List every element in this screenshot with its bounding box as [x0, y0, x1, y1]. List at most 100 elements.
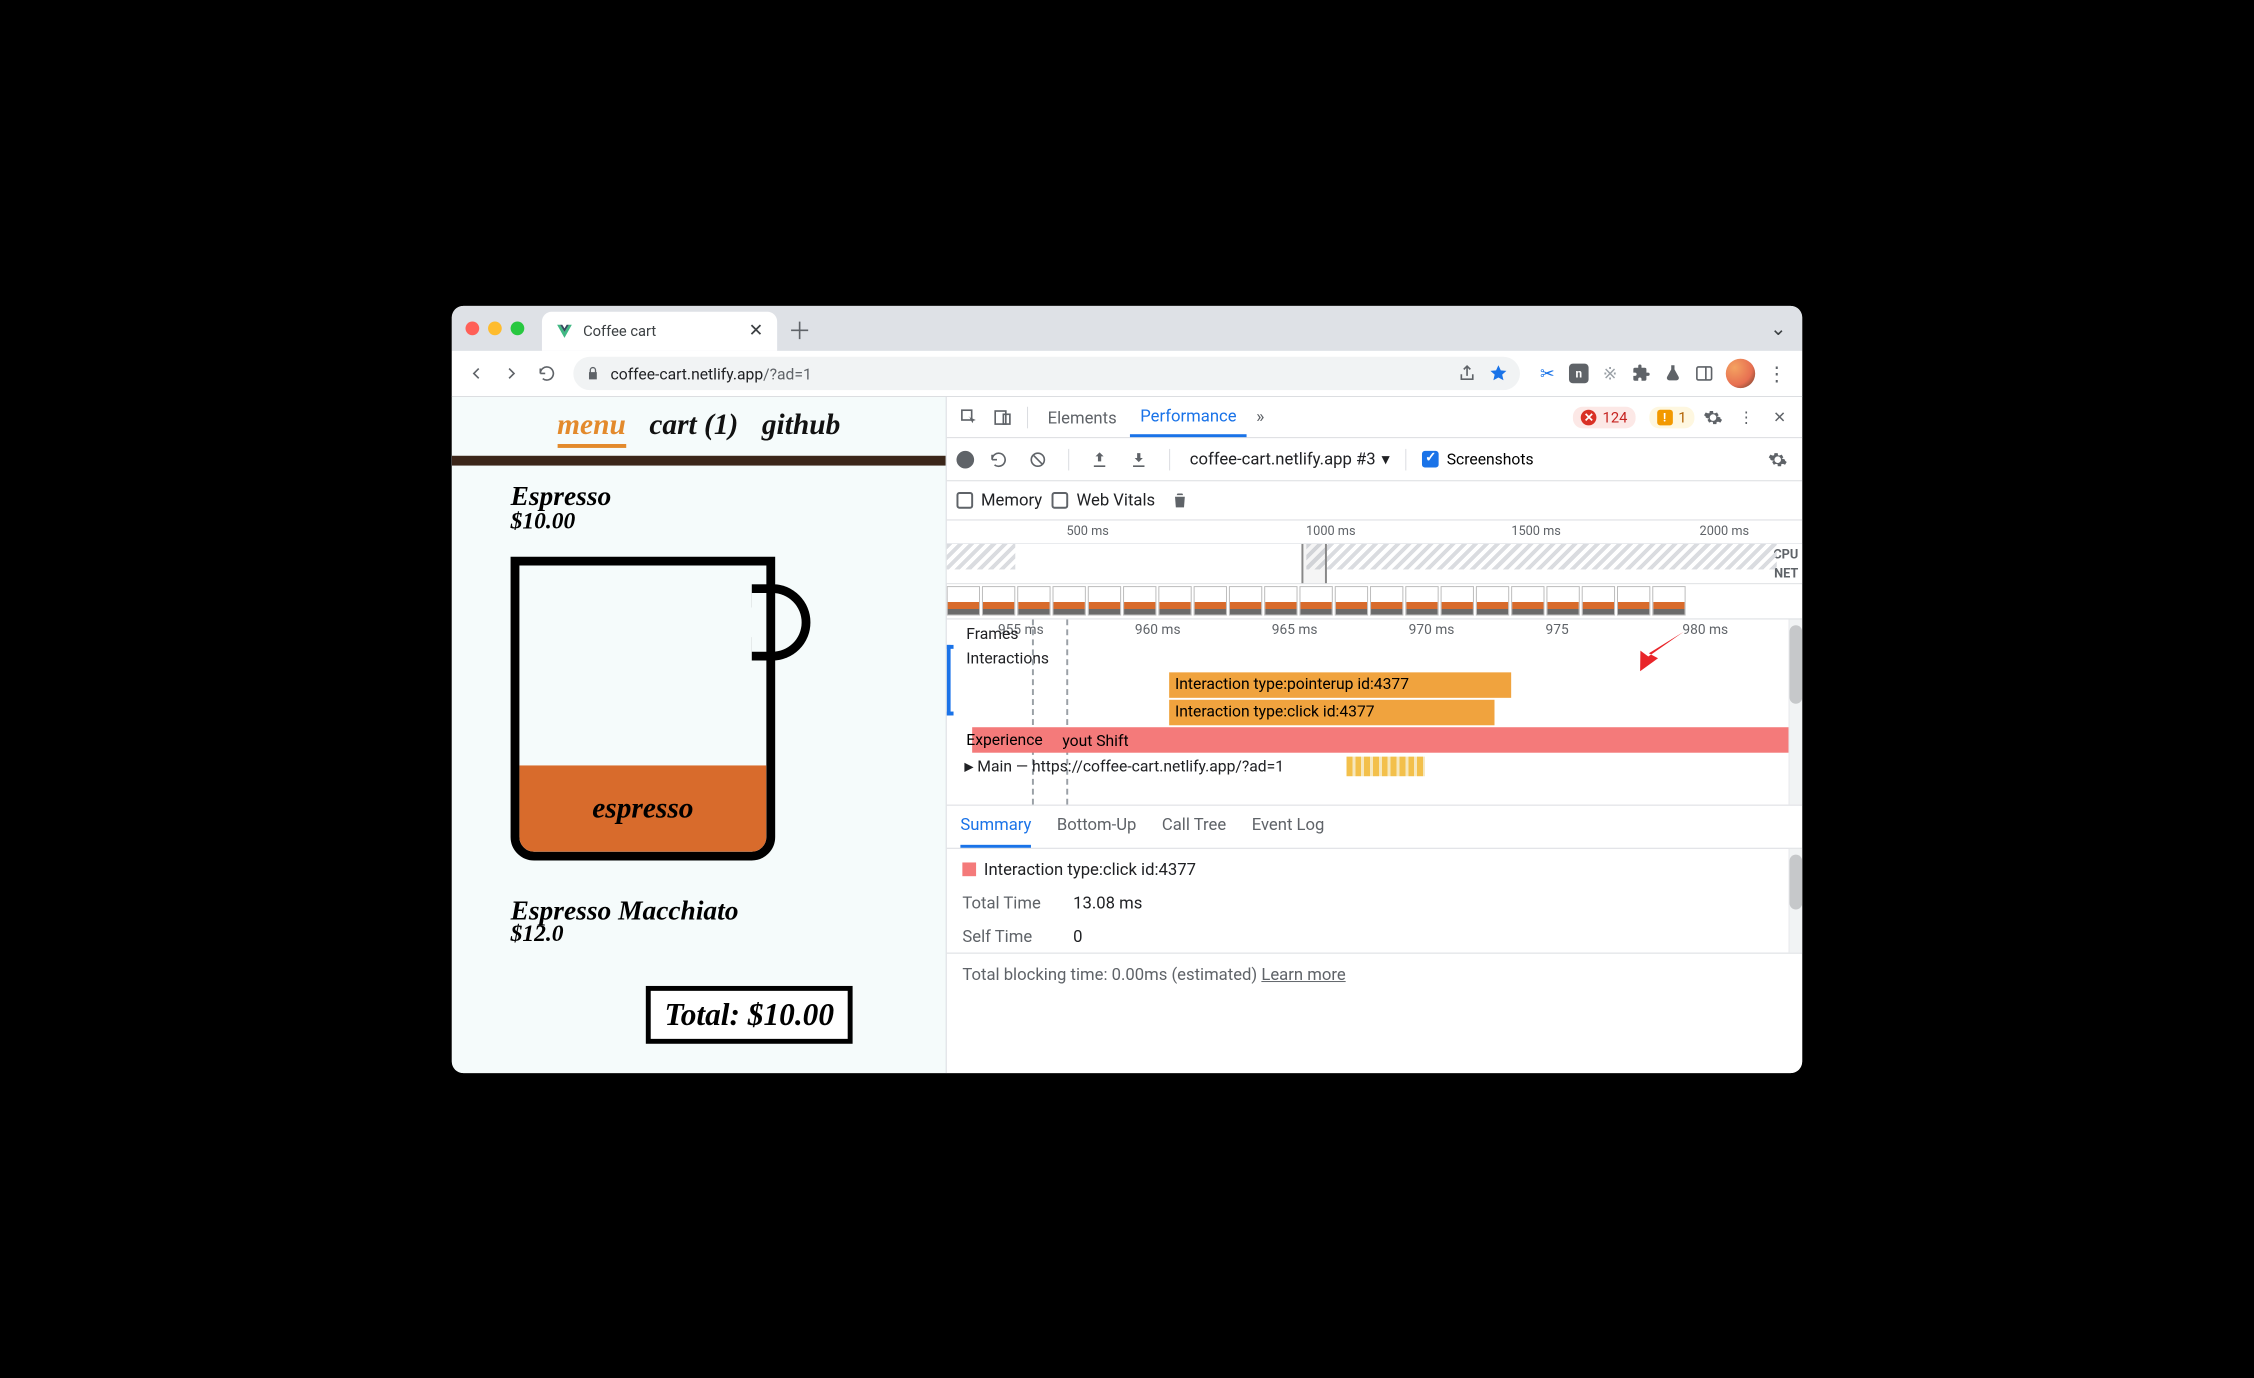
screenshot-thumb[interactable] — [1652, 586, 1685, 615]
download-icon[interactable] — [1124, 444, 1153, 473]
screenshot-thumb[interactable] — [1335, 586, 1368, 615]
tab-bottom-up[interactable]: Bottom-Up — [1057, 815, 1137, 847]
screenshot-thumb[interactable] — [1582, 586, 1615, 615]
screenshot-thumb[interactable] — [982, 586, 1015, 615]
tab-overflow-icon[interactable]: ⌄ — [1770, 316, 1786, 340]
share-icon[interactable] — [1457, 363, 1477, 383]
web-vitals-checkbox[interactable]: Web Vitals — [1052, 490, 1155, 510]
checkbox-icon — [1052, 492, 1069, 509]
inspect-element-icon[interactable] — [955, 402, 984, 431]
maximize-window-icon[interactable] — [511, 321, 525, 335]
tab-summary[interactable]: Summary — [960, 815, 1031, 847]
product-image[interactable]: espresso — [511, 556, 946, 860]
screenshot-thumb[interactable] — [1088, 586, 1121, 615]
extensions-puzzle-icon[interactable] — [1632, 363, 1652, 383]
upload-icon[interactable] — [1085, 444, 1114, 473]
screenshot-thumb[interactable] — [1511, 586, 1544, 615]
frame-ms-label: 333.3 ms — [1349, 619, 1402, 620]
scissors-ext-icon[interactable]: ✂ — [1538, 363, 1558, 383]
screenshot-thumb[interactable] — [1229, 586, 1262, 615]
bookmark-star-icon[interactable] — [1489, 363, 1509, 383]
address-bar[interactable]: coffee-cart.netlify.app/?ad=1 — [573, 356, 1520, 389]
site-nav: menu cart (1) github — [452, 396, 946, 455]
garbage-collect-icon[interactable] — [1165, 485, 1194, 514]
forward-button[interactable] — [497, 358, 526, 387]
summary-scrollbar[interactable] — [1789, 848, 1803, 952]
recording-select[interactable]: coffee-cart.netlify.app #3 ▾ — [1190, 449, 1390, 469]
overview-graph[interactable]: CPU NET — [947, 543, 1803, 582]
summary-selected: Interaction type:click id:4377 — [984, 860, 1196, 880]
nav-github-link[interactable]: github — [762, 408, 840, 447]
notion-ext-icon[interactable]: n — [1569, 363, 1589, 383]
profile-avatar[interactable] — [1726, 358, 1755, 387]
interaction-bar[interactable]: Interaction type:pointerup id:4377 — [1169, 672, 1511, 697]
record-button-icon[interactable] — [956, 450, 974, 468]
mug-body-icon: espresso — [511, 556, 776, 860]
devtools-menu-icon[interactable]: ⋮ — [1732, 402, 1761, 431]
reload-record-icon[interactable] — [984, 444, 1013, 473]
track-experience-label: Experience — [966, 730, 1042, 749]
screenshot-thumb[interactable] — [1158, 586, 1191, 615]
devtools-toolbar: Elements Performance » ✕124 !1 ⋮ ✕ — [947, 396, 1803, 437]
chrome-menu-icon[interactable]: ⋮ — [1767, 363, 1787, 383]
nav-cart-link[interactable]: cart (1) — [649, 408, 738, 447]
screenshot-thumb[interactable] — [1405, 586, 1438, 615]
filmstrip[interactable] — [947, 584, 1803, 619]
disclosure-triangle-icon[interactable]: ▶ — [964, 759, 973, 773]
snowflake-ext-icon[interactable]: ※ — [1600, 363, 1620, 383]
flame-chart[interactable]: 955 ms 960 ms 965 ms 970 ms 975 980 ms 3… — [947, 619, 1803, 805]
screenshot-thumb[interactable] — [947, 586, 980, 615]
errors-badge[interactable]: ✕124 — [1573, 406, 1635, 428]
devtools-settings-icon[interactable] — [1698, 402, 1727, 431]
timeline-overview[interactable]: 500 ms 1000 ms 1500 ms 2000 ms CPU NET — [947, 520, 1803, 584]
recording-name: coffee-cart.netlify.app #3 — [1190, 449, 1376, 469]
screenshot-thumb[interactable] — [1546, 586, 1579, 615]
perf-settings-icon[interactable] — [1763, 444, 1792, 473]
screenshots-checkbox[interactable]: Screenshots — [1422, 449, 1533, 468]
close-tab-icon[interactable]: ✕ — [749, 322, 764, 340]
vue-favicon-icon — [556, 322, 574, 340]
overview-selection[interactable] — [1302, 543, 1328, 582]
interaction-bar[interactable]: Interaction type:click id:4377 — [1169, 699, 1494, 724]
experience-track[interactable]: Experience yout Shift — [972, 727, 1788, 752]
screenshot-thumb[interactable] — [1441, 586, 1474, 615]
flame-scrollbar[interactable] — [1789, 619, 1803, 804]
tab-call-tree[interactable]: Call Tree — [1162, 815, 1226, 847]
screenshot-thumb[interactable] — [1123, 586, 1156, 615]
new-tab-button[interactable]: ＋ — [783, 311, 816, 345]
tick-label: 970 ms — [1409, 622, 1455, 638]
tab-coffee-cart[interactable]: Coffee cart ✕ — [542, 311, 777, 350]
tab-event-log[interactable]: Event Log — [1252, 815, 1325, 847]
screenshot-thumb[interactable] — [1370, 586, 1403, 615]
flask-ext-icon[interactable] — [1663, 363, 1683, 383]
back-button[interactable] — [462, 358, 491, 387]
warnings-badge[interactable]: !1 — [1649, 406, 1695, 428]
device-toolbar-icon[interactable] — [988, 402, 1017, 431]
tab-elements[interactable]: Elements — [1038, 398, 1127, 435]
tab-performance[interactable]: Performance — [1130, 396, 1246, 436]
hero-strip — [452, 455, 946, 465]
window-controls[interactable] — [465, 321, 524, 335]
tick-label: 965 ms — [1272, 622, 1318, 638]
nav-menu-link[interactable]: menu — [557, 408, 626, 447]
screenshot-thumb[interactable] — [1476, 586, 1509, 615]
screenshot-thumb[interactable] — [1617, 586, 1650, 615]
side-panel-icon[interactable] — [1694, 363, 1714, 383]
screenshot-thumb[interactable] — [1017, 586, 1050, 615]
cpu-label: CPU — [1773, 547, 1798, 562]
close-window-icon[interactable] — [465, 321, 479, 335]
reload-button[interactable] — [532, 358, 561, 387]
mug-fill-icon: espresso — [519, 765, 766, 851]
more-tabs-icon[interactable]: » — [1250, 406, 1270, 427]
screenshot-thumb[interactable] — [1264, 586, 1297, 615]
learn-more-link[interactable]: Learn more — [1261, 965, 1345, 985]
devtools-close-icon[interactable]: ✕ — [1765, 402, 1794, 431]
memory-label: Memory — [981, 490, 1042, 510]
screenshot-thumb[interactable] — [1053, 586, 1086, 615]
screenshot-thumb[interactable] — [1299, 586, 1332, 615]
minimize-window-icon[interactable] — [488, 321, 502, 335]
memory-checkbox[interactable]: Memory — [956, 490, 1042, 510]
screenshot-thumb[interactable] — [1194, 586, 1227, 615]
clear-icon[interactable] — [1023, 444, 1052, 473]
cart-total-badge[interactable]: Total: $10.00 — [646, 985, 853, 1043]
